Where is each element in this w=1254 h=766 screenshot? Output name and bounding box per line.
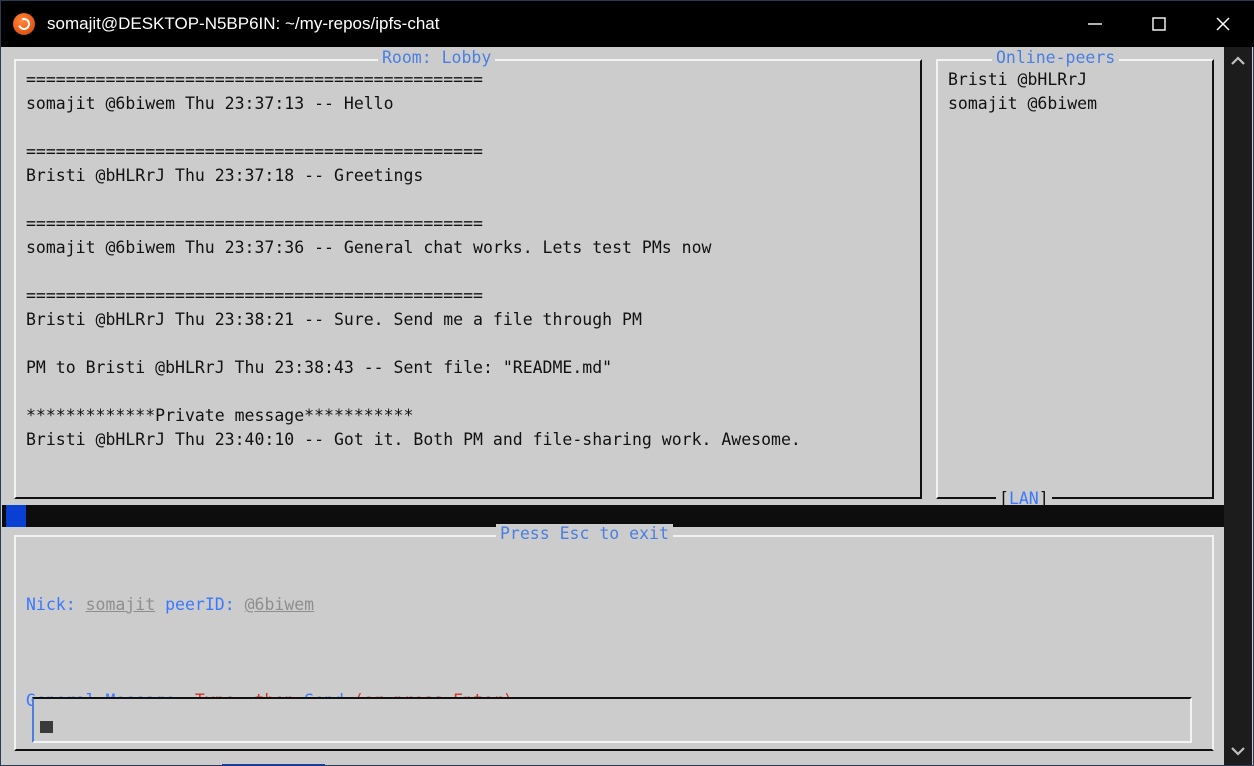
window-controls — [1063, 1, 1254, 47]
help-and-input-panel: Press Esc to exit Nick: somajit peerID: … — [14, 524, 1214, 751]
chat-line: ========================================… — [26, 286, 483, 305]
chat-line: ========================================… — [26, 142, 483, 161]
online-peers-panel: Online-peers Bristi @bHLRrJ somajit @6biw… — [936, 48, 1214, 509]
chat-spacer — [26, 116, 914, 140]
action-button-bar: < Send > < Chat > <Explorer> < PM > — [2, 761, 1226, 765]
chat-line: somajit @6biwem Thu 23:37:36 -- General … — [26, 238, 712, 257]
terminal-cursor-block — [6, 505, 26, 527]
peer-list-item[interactable]: somajit @6biwem — [948, 92, 1206, 116]
chat-spacer — [26, 260, 914, 284]
peer-list-item[interactable]: Bristi @bHLRrJ — [948, 68, 1206, 92]
peerid-label: peerID: — [165, 595, 235, 614]
terminal-window: somajit@DESKTOP-N5BP6IN: ~/my-repos/ipfs… — [0, 0, 1254, 766]
chat-line: somajit @6biwem Thu 23:37:13 -- Hello — [26, 94, 394, 113]
chat-line: PM to Bristi @bHLRrJ Thu 23:38:43 -- Sen… — [26, 358, 613, 377]
help-line-identity: Nick: somajit peerID: @6biwem — [26, 593, 592, 617]
chat-spacer — [26, 332, 914, 356]
window-title: somajit@DESKTOP-N5BP6IN: ~/my-repos/ipfs… — [47, 14, 440, 33]
scrollbar-track[interactable] — [1224, 75, 1252, 737]
online-peers-title: Online-peers — [992, 48, 1120, 68]
chat-room-panel: Room: Lobby ============================… — [14, 48, 922, 499]
chat-line: ========================================… — [26, 70, 483, 89]
minimize-icon — [1088, 23, 1102, 25]
chat-spacer — [26, 380, 914, 404]
chat-line: ========================================… — [26, 214, 483, 233]
ubuntu-logo-icon — [13, 13, 35, 35]
peerid-value: @6biwem — [244, 595, 315, 614]
title-bar: somajit@DESKTOP-N5BP6IN: ~/my-repos/ipfs… — [1, 1, 1254, 47]
close-button[interactable] — [1191, 1, 1254, 47]
chat-message-log[interactable]: ========================================… — [26, 68, 914, 493]
chat-line: Bristi @bHLRrJ Thu 23:38:21 -- Sure. Sen… — [26, 310, 642, 329]
terminal-content: Room: Lobby ============================… — [2, 47, 1226, 765]
chat-line: Bristi @bHLRrJ Thu 23:37:18 -- Greetings — [26, 166, 424, 185]
chevron-down-icon — [1231, 747, 1245, 756]
input-caret — [40, 721, 53, 733]
chat-room-title: Room: Lobby — [378, 48, 496, 68]
window-scrollbar[interactable] — [1224, 47, 1252, 765]
chat-spacer — [26, 188, 914, 212]
online-peers-list[interactable]: Bristi @bHLRrJ somajit @6biwem — [948, 68, 1206, 116]
scroll-up-button[interactable] — [1224, 47, 1252, 75]
maximize-icon — [1152, 17, 1166, 31]
chevron-up-icon — [1231, 56, 1245, 65]
close-icon — [1216, 17, 1230, 31]
chat-line: Bristi @bHLRrJ Thu 23:40:10 -- Got it. B… — [26, 430, 801, 449]
minimize-button[interactable] — [1063, 1, 1127, 47]
nick-value: somajit — [85, 595, 156, 614]
chat-line: *************Private message*********** — [26, 406, 414, 425]
send-button[interactable]: < Send > — [222, 764, 326, 765]
help-panel-title: Press Esc to exit — [496, 524, 673, 544]
scroll-down-button[interactable] — [1224, 737, 1252, 765]
nick-label: Nick: — [26, 595, 76, 614]
message-input[interactable] — [32, 697, 1192, 743]
maximize-button[interactable] — [1127, 1, 1191, 47]
